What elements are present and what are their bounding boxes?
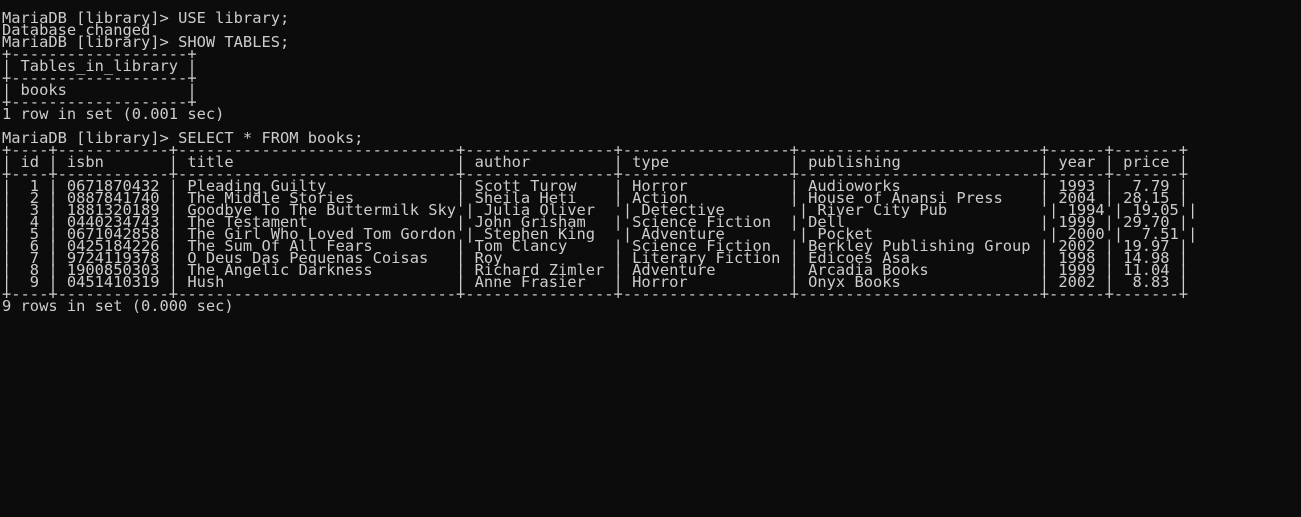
result-summary: 9 rows in set (0.000 sec)	[2, 297, 234, 315]
terminal-window[interactable]: MariaDB [library]> USE library; Database…	[0, 0, 1301, 517]
